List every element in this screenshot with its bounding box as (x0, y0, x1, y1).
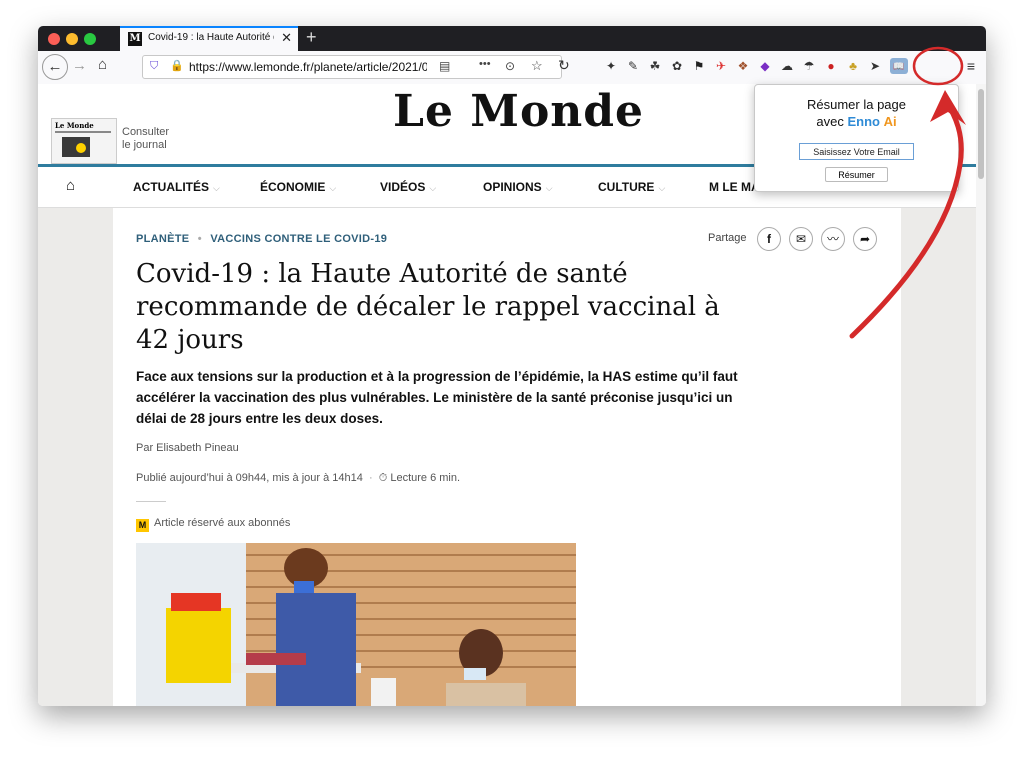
annotation-arrow-shaft (849, 97, 964, 339)
annotation-arrow-head (930, 90, 966, 125)
highlight-circle (912, 46, 964, 86)
annotation-overlay (849, 46, 966, 339)
